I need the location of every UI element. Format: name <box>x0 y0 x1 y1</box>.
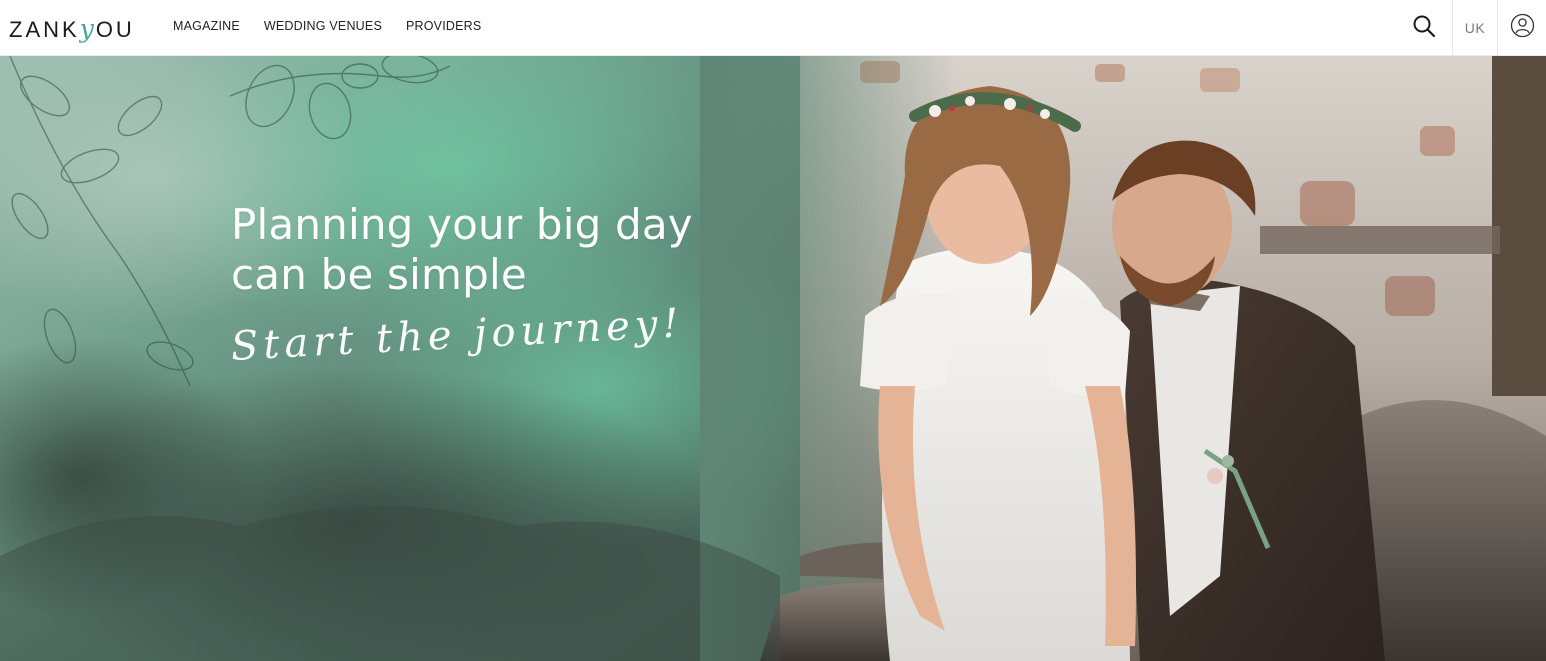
logo-prefix: ZANK <box>9 17 80 42</box>
nav-providers[interactable]: PROVIDERS <box>406 19 481 33</box>
hero-title: Planning your big day can be simple <box>231 200 751 300</box>
site-header: ZANK y OU MAGAZINE WEDDING VENUES PROVIDER… <box>0 0 1546 56</box>
nav-wedding-venues[interactable]: WEDDING VENUES <box>264 19 382 33</box>
user-account-icon <box>1510 13 1535 43</box>
nav-magazine[interactable]: MAGAZINE <box>173 19 240 33</box>
search-icon <box>1412 14 1436 43</box>
language-selector[interactable]: UK <box>1452 0 1498 56</box>
logo-suffix: OU <box>95 17 135 42</box>
zankyou-logo[interactable]: ZANK y OU <box>9 14 135 43</box>
logo-mark: y <box>79 14 96 43</box>
hero-title-line-1: Planning your big day <box>231 200 693 249</box>
header-tools: UK <box>1396 0 1546 56</box>
search-button[interactable] <box>1396 0 1452 56</box>
hero-banner: Planning your big day can be simple Star… <box>0 56 1546 661</box>
account-button[interactable] <box>1498 0 1546 56</box>
hero-title-line-2: can be simple <box>231 250 527 299</box>
main-nav: MAGAZINE WEDDING VENUES PROVIDERS <box>173 19 481 33</box>
